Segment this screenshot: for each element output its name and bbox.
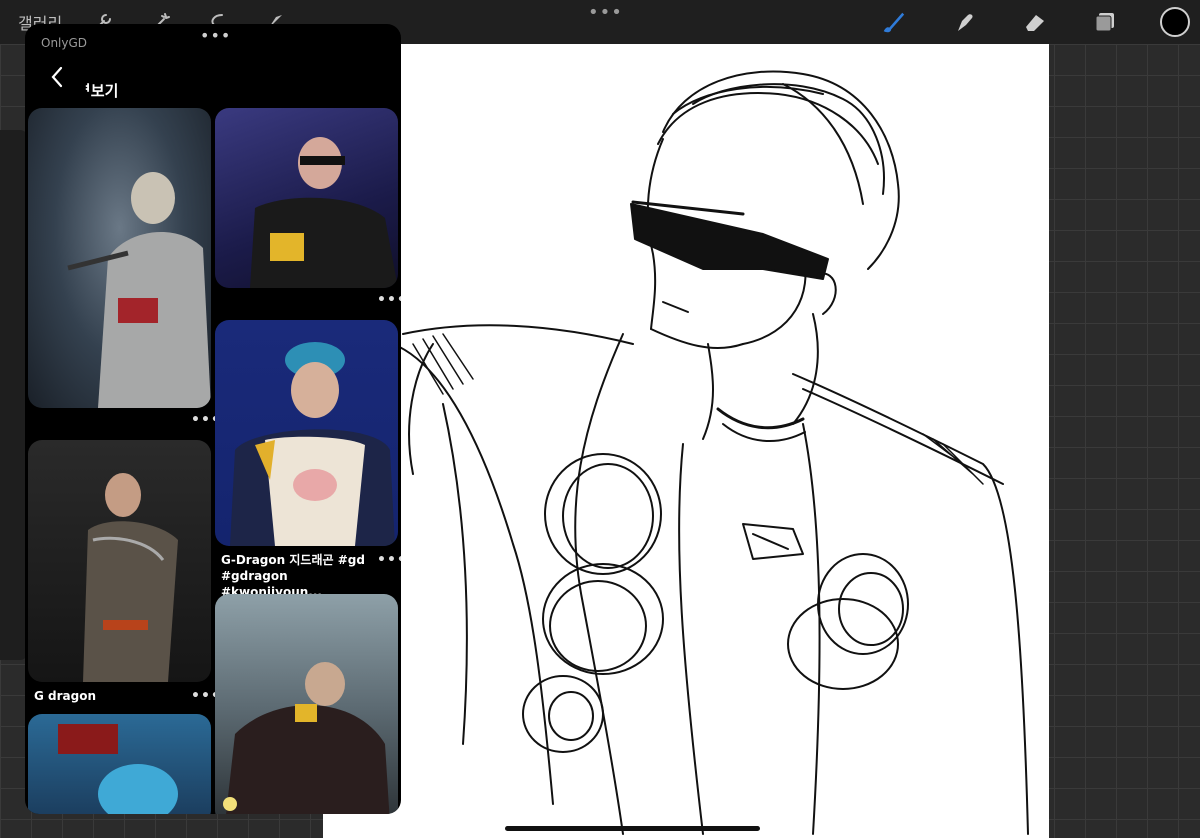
multitasking-grabber[interactable]: ••• xyxy=(200,26,231,45)
pin-caption[interactable]: G-Dragon 지드래곤 #gd #gdragon #kwonjiyoun..… xyxy=(221,552,371,600)
drawing-canvas[interactable] xyxy=(323,44,1049,838)
panel-title: ᅧ보기 xyxy=(77,82,119,100)
pin-more-button[interactable]: ••• xyxy=(377,292,401,308)
pin-more-button[interactable]: ••• xyxy=(377,552,401,568)
smudge-icon[interactable] xyxy=(952,9,978,35)
pin-image[interactable] xyxy=(28,440,211,682)
procreate-sidebar[interactable] xyxy=(0,130,28,660)
color-swatch-icon[interactable] xyxy=(1158,5,1192,39)
pinterest-split-view[interactable]: ••• OnlyGD ᅧ보기 ••• ••• xyxy=(25,24,401,814)
layers-icon[interactable] xyxy=(1092,9,1118,35)
pin-image[interactable] xyxy=(215,320,398,546)
pin-image[interactable] xyxy=(28,714,211,814)
eraser-icon[interactable] xyxy=(1022,9,1048,35)
more-options[interactable]: ••• xyxy=(588,2,623,23)
pin-image[interactable] xyxy=(215,108,398,288)
brush-icon[interactable] xyxy=(880,9,906,35)
pin-image[interactable] xyxy=(28,108,211,408)
panel-source-label: OnlyGD xyxy=(41,36,88,50)
sketch-drawing xyxy=(392,70,1029,835)
back-chevron-icon[interactable] xyxy=(47,64,67,90)
pin-image[interactable] xyxy=(215,594,398,814)
pin-caption[interactable]: G dragon xyxy=(34,688,96,704)
app-home-indicator xyxy=(505,826,760,831)
